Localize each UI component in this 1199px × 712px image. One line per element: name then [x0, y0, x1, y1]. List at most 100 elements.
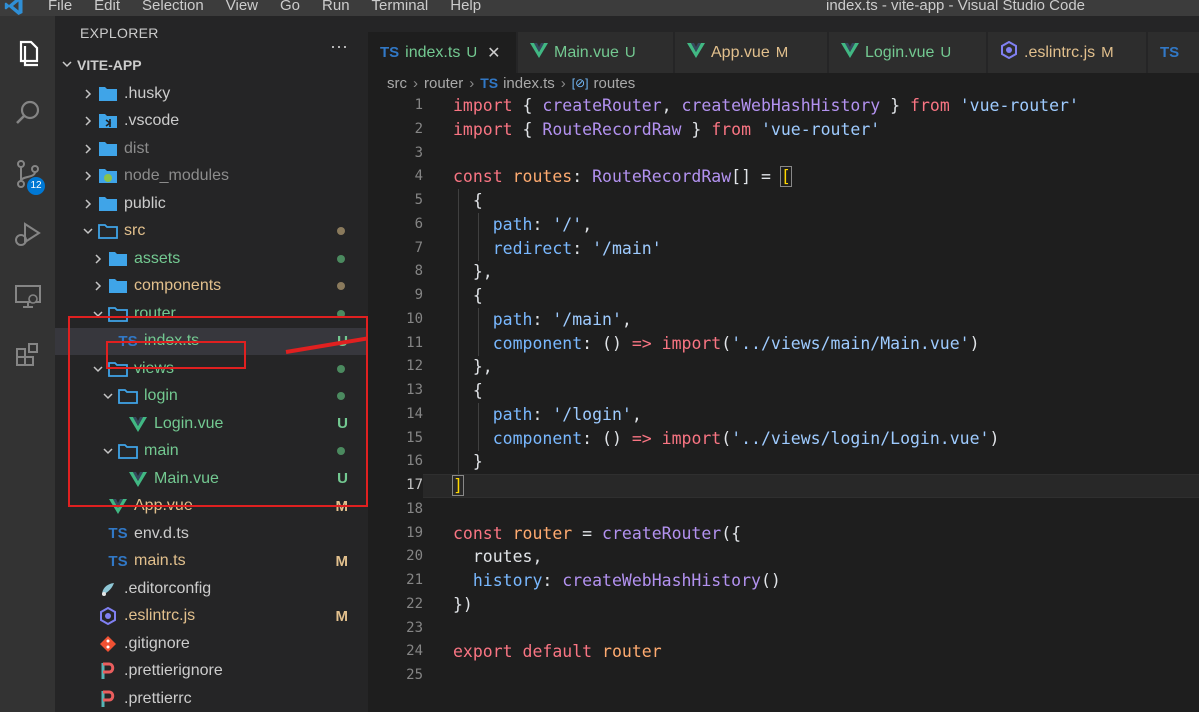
- code-token: ,: [631, 404, 642, 424]
- tab-git-status: M: [1101, 44, 1114, 61]
- line-number: 8: [414, 263, 423, 280]
- tab-app-vue[interactable]: App.vue M: [675, 32, 828, 73]
- code-token: component: [492, 428, 583, 448]
- window-title: index.ts - vite-app - Visual Studio Code: [826, 0, 1086, 14]
- tab-label: Main.vue: [554, 43, 619, 61]
- search-icon[interactable]: [0, 88, 55, 138]
- code-line: ]: [452, 474, 1199, 498]
- tab-eslintrc-js[interactable]: .eslintrc.js M: [988, 32, 1147, 73]
- typescript-file-icon: TS: [108, 552, 128, 570]
- tab-git-status: M: [775, 44, 789, 61]
- tree-item-main-ts[interactable]: TS main.ts M: [55, 548, 368, 576]
- tab-login-vue[interactable]: Login.vue U: [829, 32, 987, 73]
- more-actions-icon[interactable]: ···: [330, 36, 348, 57]
- code-token: RouteRecordRaw: [542, 119, 682, 139]
- tree-item-prettierrc[interactable]: .prettierrc: [55, 685, 368, 712]
- code-token: =>: [631, 428, 652, 448]
- tab-overflow[interactable]: TS: [1148, 32, 1199, 73]
- tree-item-node_modules[interactable]: node_modules: [55, 163, 368, 191]
- menu-view[interactable]: View: [226, 0, 258, 15]
- chevron-down-icon: [61, 57, 77, 73]
- menu-selection[interactable]: Selection: [142, 0, 204, 15]
- code-token: path: [492, 309, 533, 329]
- code-token: '/main': [592, 238, 662, 258]
- code-token: import: [661, 428, 722, 448]
- tab-label: index.ts: [405, 43, 461, 61]
- code-token: '/login': [552, 404, 632, 424]
- code-token: component: [492, 333, 583, 353]
- menu-file[interactable]: File: [48, 0, 72, 15]
- explorer-icon[interactable]: [0, 29, 55, 79]
- code-editor[interactable]: 1 2 3 4 5 6 7 8 9 10 11 12 13 14 15 16 17 18 19 20 21 22 23 24 2…: [368, 94, 1199, 712]
- line-number: 19: [406, 524, 423, 541]
- line-number: 18: [406, 500, 423, 517]
- vscode-folder-icon: [97, 112, 119, 130]
- extensions-icon[interactable]: [0, 330, 55, 380]
- breadcrumb-separator: ›: [560, 74, 566, 92]
- tree-item-gitignore[interactable]: .gitignore: [55, 630, 368, 658]
- tab-main-vue[interactable]: Main.vue U: [518, 32, 674, 73]
- menu-edit[interactable]: Edit: [94, 0, 120, 15]
- chevron-right-icon: [79, 112, 97, 130]
- code-token: const: [453, 167, 503, 187]
- menu-help[interactable]: Help: [450, 0, 481, 15]
- tab-index-ts[interactable]: TS index.ts U ✕: [368, 32, 517, 73]
- typescript-file-icon: TS: [380, 43, 400, 61]
- tree-item-public[interactable]: public: [55, 190, 368, 218]
- code-token: {: [453, 191, 483, 210]
- tree-item-label: .gitignore: [124, 634, 190, 652]
- code-token: routes,: [453, 547, 543, 567]
- breadcrumb-file[interactable]: index.ts: [503, 75, 555, 92]
- tab-label: .eslintrc.js: [1024, 43, 1096, 61]
- code-token: '/': [552, 214, 583, 234]
- git-status-badge: M: [335, 607, 349, 625]
- tree-item-dist[interactable]: dist: [55, 135, 368, 163]
- git-status-badge: M: [335, 552, 349, 570]
- vscode-logo-icon: [4, 0, 23, 15]
- code-token: import: [453, 96, 513, 115]
- code-lines: import { createRouter, createWebHashHist…: [452, 94, 1199, 688]
- breadcrumb-src[interactable]: src: [387, 75, 407, 92]
- tree-item-label: src: [124, 222, 146, 240]
- line-number: 10: [406, 310, 423, 327]
- title-bar: File Edit Selection View Go Run Terminal Help i…: [0, 0, 1199, 16]
- close-icon[interactable]: ✕: [487, 43, 500, 63]
- tree-item-label: .vscode: [124, 112, 180, 130]
- code-token: {: [453, 286, 483, 305]
- tree-item-prettierignore[interactable]: .prettierignore: [55, 658, 368, 686]
- source-control-icon[interactable]: 12: [0, 149, 55, 199]
- code-token: import: [661, 333, 722, 353]
- line-number: 2: [414, 120, 423, 137]
- workspace-section-header[interactable]: VITE-APP: [55, 50, 368, 80]
- line-number: 9: [414, 287, 423, 303]
- tree-item-eslintrc-js[interactable]: .eslintrc.js M: [55, 603, 368, 631]
- code-token: (: [721, 333, 732, 353]
- menu-run[interactable]: Run: [322, 0, 350, 15]
- tree-item-husky[interactable]: .husky: [55, 80, 368, 108]
- menu-terminal[interactable]: Terminal: [372, 0, 429, 15]
- git-status-dot: [337, 227, 345, 236]
- code-token: [] =: [731, 167, 781, 187]
- code-token: }: [880, 96, 911, 115]
- tree-item-env-d-ts[interactable]: TS env.d.ts: [55, 520, 368, 548]
- tree-item-components[interactable]: components: [55, 273, 368, 301]
- menu-go[interactable]: Go: [280, 0, 300, 15]
- tree-item-src[interactable]: src: [55, 218, 368, 246]
- tree-item-vscode[interactable]: .vscode: [55, 108, 368, 136]
- code-line: import { RouteRecordRaw } from 'vue-rout…: [453, 118, 1199, 142]
- folder-icon: [97, 85, 119, 103]
- tree-item-assets[interactable]: assets: [55, 245, 368, 273]
- code-token: router: [602, 642, 662, 662]
- breadcrumb-symbol[interactable]: routes: [594, 75, 636, 92]
- breadcrumb-router[interactable]: router: [424, 75, 463, 92]
- vue-file-icon: [841, 42, 859, 63]
- tree-item-editorconfig[interactable]: .editorconfig: [55, 575, 368, 603]
- tree-item-label: main.ts: [134, 552, 186, 570]
- remote-explorer-icon[interactable]: [0, 271, 55, 321]
- code-line: import { createRouter, createWebHashHist…: [453, 94, 1199, 118]
- run-debug-icon[interactable]: [0, 209, 55, 259]
